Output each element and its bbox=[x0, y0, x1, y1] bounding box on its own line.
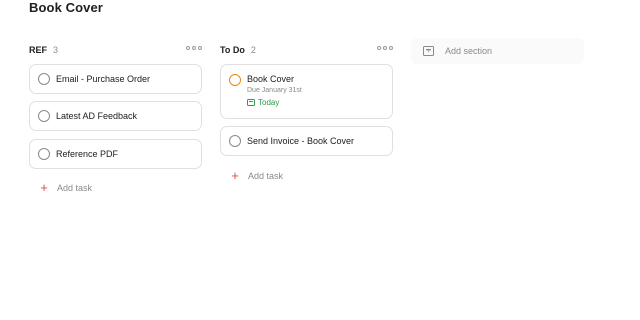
add-task-label: Add task bbox=[57, 182, 93, 193]
task-title: Send Invoice - Book Cover bbox=[247, 136, 355, 146]
task-title: Latest AD Feedback bbox=[56, 111, 138, 121]
task-checkbox-priority[interactable] bbox=[229, 74, 241, 86]
column-header: To Do 2 bbox=[220, 40, 393, 60]
task-title: Reference PDF bbox=[56, 149, 119, 159]
column-task-count: 2 bbox=[250, 45, 256, 55]
column-title[interactable]: REF bbox=[29, 45, 47, 55]
more-horizontal-icon[interactable] bbox=[377, 46, 393, 50]
task-checkbox[interactable] bbox=[229, 135, 241, 147]
plus-icon: + bbox=[231, 168, 239, 183]
task-due-date[interactable]: Today bbox=[247, 98, 302, 107]
add-task-button[interactable]: + Add task bbox=[38, 181, 92, 194]
column-task-count: 3 bbox=[53, 45, 59, 55]
task-checkbox[interactable] bbox=[38, 73, 50, 85]
task-card[interactable]: Latest AD Feedback bbox=[29, 101, 202, 131]
task-checkbox[interactable] bbox=[38, 148, 50, 160]
add-task-label: Add task bbox=[248, 170, 284, 181]
add-section-button[interactable]: Add section bbox=[411, 38, 584, 64]
calendar-icon bbox=[247, 99, 255, 106]
add-section-icon bbox=[423, 46, 434, 56]
column-title[interactable]: To Do bbox=[220, 45, 245, 55]
page-title: Book Cover bbox=[29, 0, 103, 15]
task-card[interactable]: Send Invoice - Book Cover bbox=[220, 126, 393, 156]
column-todo: To Do 2 bbox=[220, 40, 393, 60]
column-ref: REF 3 bbox=[29, 40, 202, 60]
plus-icon: + bbox=[40, 180, 48, 195]
task-card[interactable]: Email - Purchase Order bbox=[29, 64, 202, 94]
column-header: REF 3 bbox=[29, 40, 202, 60]
task-title: Email - Purchase Order bbox=[56, 74, 151, 84]
task-content: Book Cover Due January 31st Today bbox=[247, 73, 302, 107]
task-card[interactable]: Book Cover Due January 31st Today bbox=[220, 64, 393, 119]
task-title: Book Cover bbox=[247, 74, 295, 84]
due-date-label: Today bbox=[258, 98, 280, 107]
more-horizontal-icon[interactable] bbox=[186, 46, 202, 50]
task-description: Due January 31st bbox=[247, 87, 302, 94]
add-section-label: Add section bbox=[445, 46, 493, 56]
add-task-button[interactable]: + Add task bbox=[229, 169, 283, 182]
task-card[interactable]: Reference PDF bbox=[29, 139, 202, 169]
task-checkbox[interactable] bbox=[38, 110, 50, 122]
